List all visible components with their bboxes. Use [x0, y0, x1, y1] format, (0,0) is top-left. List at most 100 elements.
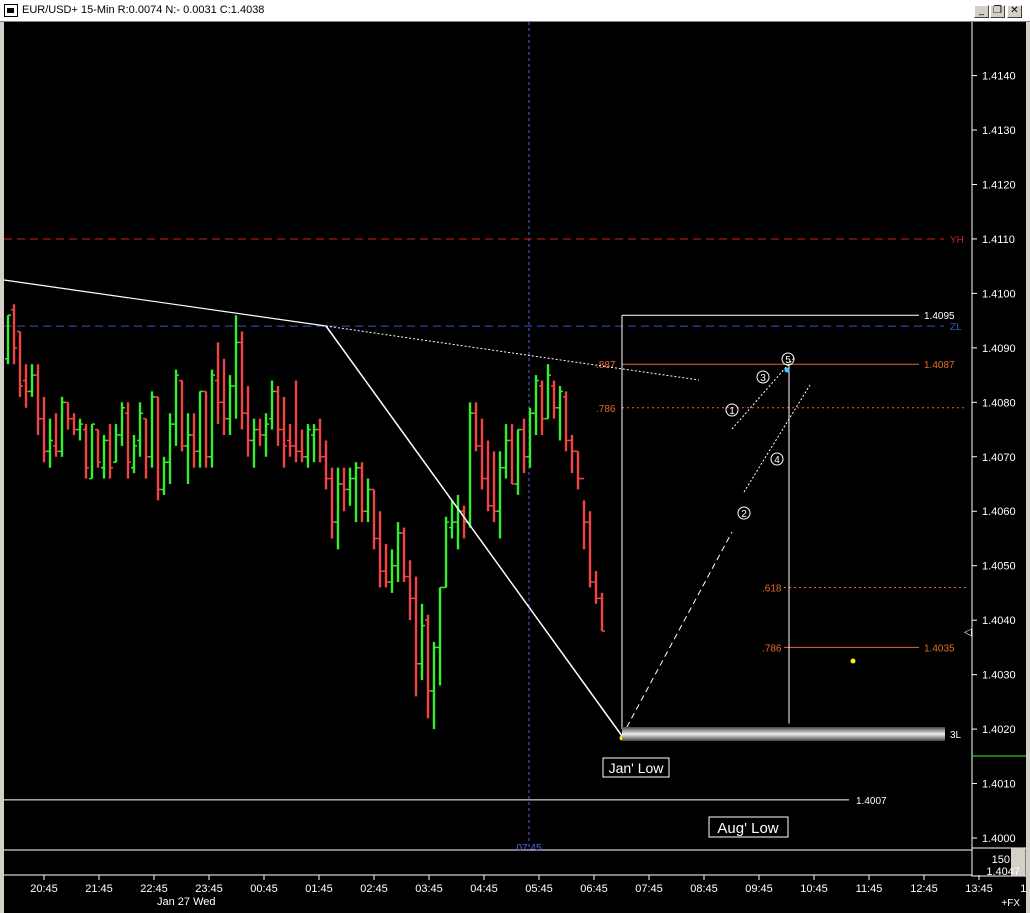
ohlc-bar — [125, 402, 131, 479]
ohlc-bar — [95, 428, 101, 468]
ohlc-bar — [311, 424, 317, 463]
ohlc-bar — [395, 522, 401, 583]
x-tick-label: 20:45 — [30, 883, 58, 895]
ohlc-bar — [209, 369, 215, 468]
aug-low-annotation: Aug' Low — [708, 816, 789, 838]
ohlc-bar — [185, 413, 191, 485]
wave-label-text: 4 — [774, 455, 780, 466]
y-tick-label: 1.4020 — [982, 724, 1016, 736]
ohlc-bar — [431, 641, 437, 730]
x-tick-label: 21:45 — [85, 883, 113, 895]
last-price-value: 1.4047 — [986, 866, 1020, 878]
ohlc-bar — [233, 315, 239, 419]
ohlc-bar — [197, 390, 203, 468]
ohlc-bar — [545, 364, 551, 420]
ohlc-bar — [527, 407, 533, 468]
ohlc-bar — [245, 385, 251, 457]
ohlc-bar — [533, 375, 539, 435]
ohlc-bar — [257, 418, 263, 446]
ohlc-bar — [5, 314, 11, 365]
x-tick-label: 22:45 — [140, 883, 168, 895]
last-marker — [850, 658, 856, 664]
wave-label-text: 2 — [741, 509, 747, 520]
jan-low-annotation: Jan' Low — [602, 757, 670, 778]
ohlc-bar — [407, 560, 413, 621]
high-marker — [784, 367, 790, 373]
x-tick-label: 23:45 — [195, 883, 223, 895]
ohlc-bar — [599, 592, 605, 632]
ohlc-bar — [41, 396, 47, 463]
ohlc-bar — [107, 424, 113, 479]
aug-low-text: Aug' Low — [717, 820, 778, 837]
window-title: EUR/USD+ 15-Min R:0.0074 N:- 0.0031 C:1.… — [22, 4, 265, 16]
ohlc-bar — [77, 418, 83, 441]
wave-label: 1 — [725, 403, 739, 417]
ohlc-bar — [449, 500, 455, 539]
ohlc-bar — [389, 549, 395, 593]
ohlc-bar — [413, 576, 419, 697]
y-tick-label: 1.4130 — [982, 125, 1016, 137]
x-tick-label: 08:45 — [690, 883, 718, 895]
ohlc-bar — [11, 304, 17, 365]
window-title-bar: EUR/USD+ 15-Min R:0.0074 N:- 0.0031 C:1.… — [0, 0, 1030, 22]
ohlc-bar — [29, 364, 35, 397]
three-l-label: 3L — [950, 730, 962, 741]
ohlc-bar — [437, 586, 443, 686]
ohlc-bar — [23, 364, 29, 408]
ohlc-bar — [305, 424, 311, 468]
ohlc-bar — [65, 401, 71, 430]
ohlc-bar — [503, 424, 509, 479]
restore-button[interactable]: ❐ — [990, 5, 1005, 18]
ohlc-bar — [215, 342, 221, 425]
ohlc-bar — [281, 396, 287, 468]
x-tick-label: 12:45 — [910, 883, 938, 895]
fx-label: +FX — [1001, 898, 1020, 909]
hline-label-ZL: ZL — [950, 322, 962, 333]
ohlc-bar — [521, 418, 527, 474]
ohlc-bar — [251, 418, 257, 468]
wave-label-text: 3 — [760, 373, 766, 384]
y-tick-label: 1.4090 — [982, 343, 1016, 355]
ohlc-bar — [329, 467, 335, 539]
ohlc-bar — [515, 428, 521, 495]
ohlc-bar — [347, 467, 353, 506]
ohlc-bar — [227, 375, 233, 435]
close-button[interactable]: ✕ — [1007, 5, 1022, 18]
hline-label-YH: YH — [950, 235, 964, 246]
ohlc-bar — [131, 435, 137, 474]
ohlc-bar — [461, 505, 467, 539]
trendline-descending — [4, 279, 327, 327]
ohlc-bar — [17, 330, 23, 397]
volume-value: 150 — [992, 854, 1010, 866]
wave-label-text: 5 — [785, 355, 791, 366]
price-chart[interactable]: 07:45 YH ZL1.4095 1.4087 1.4035 1.4007 .887 .7… — [4, 22, 1026, 913]
crosshair-time-label: 07:45 — [516, 843, 541, 854]
ohlc-bar — [383, 543, 389, 588]
ohlc-bar — [269, 380, 275, 430]
x-tick-label: 10:45 — [800, 883, 828, 895]
ohlc-bar — [353, 462, 359, 523]
ohlc-bar — [173, 369, 179, 446]
chart-area[interactable]: 07:45 YH ZL 1.4095 1.4087 1.4035 1.4007 .887 .7… — [4, 22, 1026, 913]
hline-label-low-1.4007: 1.4007 — [856, 796, 887, 807]
ohlc-bar — [593, 571, 599, 604]
channel-lower — [743, 384, 811, 493]
ohlc-bar — [191, 413, 197, 468]
ohlc-bar — [467, 402, 473, 528]
x-tick-label: 07:45 — [635, 883, 663, 895]
ohlc-bar — [317, 418, 323, 463]
wave-label: 3 — [756, 370, 770, 384]
x-tick-label: 14:45 — [1020, 883, 1026, 895]
ohlc-bar — [557, 385, 563, 441]
fib-level-label: .786 — [596, 404, 616, 415]
ohlc-bar — [179, 379, 185, 452]
ohlc-bar — [479, 418, 485, 490]
ohlc-bar — [119, 402, 125, 446]
minimize-button[interactable]: _ — [974, 5, 989, 18]
wave-label-text: 1 — [729, 406, 735, 417]
x-tick-label: 03:45 — [415, 883, 443, 895]
app-icon[interactable] — [4, 4, 18, 17]
ohlc-bar — [575, 450, 581, 490]
x-tick-label: 06:45 — [580, 883, 608, 895]
x-tick-label: 01:45 — [305, 883, 333, 895]
